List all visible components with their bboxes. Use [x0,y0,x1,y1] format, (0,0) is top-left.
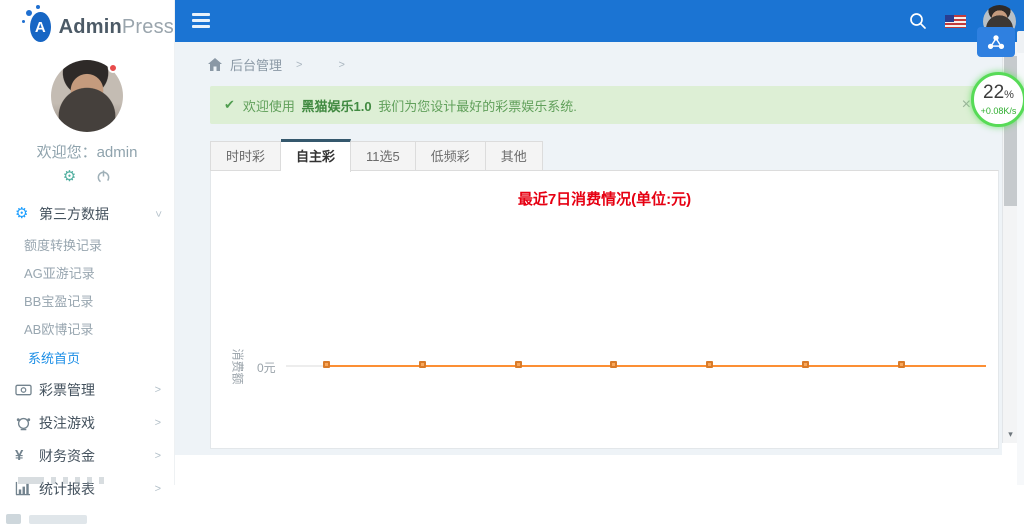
tab-11xuan5[interactable]: 11选5 [351,141,416,171]
gear-icon: ⚙ [15,205,29,222]
home-icon[interactable] [208,58,222,71]
speed-value: +0.08K/s [980,106,1017,116]
chart-marker [706,361,714,368]
brand: A AdminPress [0,0,174,54]
chevron-down-icon: > [151,210,164,217]
chart-marker [418,361,426,368]
close-icon[interactable]: × [962,97,971,113]
topbar [175,0,1024,42]
sidebar-item-ag-log[interactable]: AG亚游记录 [0,258,174,286]
share-app-icon[interactable] [977,27,1015,57]
sidebar-item-lottery-management[interactable]: 彩票管理 > [0,373,174,406]
sidebar-item-system-home[interactable]: 系统首页 [0,342,174,373]
tab-bar: 时时彩 自主彩 11选5 低频彩 其他 [210,139,543,174]
logout-icon[interactable] [96,169,111,184]
chart-marker [323,361,330,368]
sidebar-item-quota-convert-log[interactable]: 额度转换记录 [0,230,174,258]
welcome-text: 欢迎您：admin [36,144,138,161]
sidebar-item-ab-log[interactable]: AB欧博记录 [0,314,174,342]
check-icon: ✔ [224,97,235,112]
scrollbar-down-arrow[interactable]: ▾ [1003,427,1018,442]
tab-zizhucai[interactable]: 自主彩 [281,139,352,172]
speed-badge[interactable]: 22% +0.08K/s [971,72,1024,127]
breadcrumb-separator: > [296,58,303,71]
tab-shishicai[interactable]: 时时彩 [210,141,282,171]
brand-name: AdminPress [58,15,174,38]
game-icon [15,415,39,431]
sidebar-item-label: 财务资金 [39,447,95,464]
y-axis-label: 消费额 [230,348,245,385]
welcome-alert: ✔ 欢迎使用 黑猫娱乐1.0 我们为您设计最好的彩票娱乐系统. × [210,86,985,124]
sidebar-item-bb-log[interactable]: BB宝盈记录 [0,286,174,314]
chart-panel: 最近7日消费情况(单位:元) 消费额 0元 [210,170,999,449]
chevron-right-icon: > [154,449,161,462]
chart-marker [514,361,522,368]
alert-text: 欢迎使用 黑猫娱乐1.0 我们为您设计最好的彩票娱乐系统. [242,98,577,114]
notification-badge [108,63,118,73]
chevron-right-icon: > [154,416,161,429]
breadcrumb-root[interactable]: 后台管理 [230,55,282,74]
language-flag-icon[interactable] [945,14,966,28]
sidebar-item-betting-games[interactable]: 投注游戏 > [0,406,174,439]
chart-marker [897,361,905,368]
tab-dipincai[interactable]: 低频彩 [415,141,486,171]
chart-marker [610,361,618,368]
sidebar-item-finance-funds[interactable]: ¥ 财务资金 > [0,439,174,472]
ticket-icon [15,382,39,397]
sidebar-item-label: 第三方数据 [39,205,109,222]
menu-toggle-icon[interactable] [192,13,210,29]
page-edge-artifact [18,477,104,484]
tab-qita[interactable]: 其他 [485,141,543,171]
main-content: 后台管理 > > ✔ 欢迎使用 黑猫娱乐1.0 我们为您设计最好的彩票娱乐系统.… [175,42,1002,455]
alert-highlight: 黑猫娱乐1.0 [301,98,372,114]
sidebar-item-label: 投注游戏 [39,414,95,431]
settings-icon[interactable]: ⚙ [63,169,76,184]
brand-logo-icon: A [22,5,51,42]
chevron-right-icon: > [154,482,161,495]
breadcrumb-separator: > [338,58,345,71]
sidebar-item-label: 彩票管理 [39,381,95,398]
yen-icon: ¥ [15,447,24,464]
chart-marker [802,361,809,368]
chart-plot [286,361,986,375]
y-axis-tick: 0元 [257,361,276,375]
sidebar: A AdminPress 欢迎您：admin ⚙ ⚙ 第三方数据 > 额度转换记… [0,0,175,524]
breadcrumb: 后台管理 > > [208,55,345,74]
overlay-sliver [1017,31,1024,53]
sidebar-item-third-party-data[interactable]: ⚙ 第三方数据 > [0,197,174,230]
user-block: 欢迎您：admin ⚙ [0,54,174,184]
chart-title: 最近7日消费情况(单位:元) [517,191,692,208]
chart-line [328,365,986,367]
search-icon[interactable] [908,11,928,31]
sidebar-item-cutoff [6,512,174,526]
chevron-right-icon: > [154,383,161,396]
